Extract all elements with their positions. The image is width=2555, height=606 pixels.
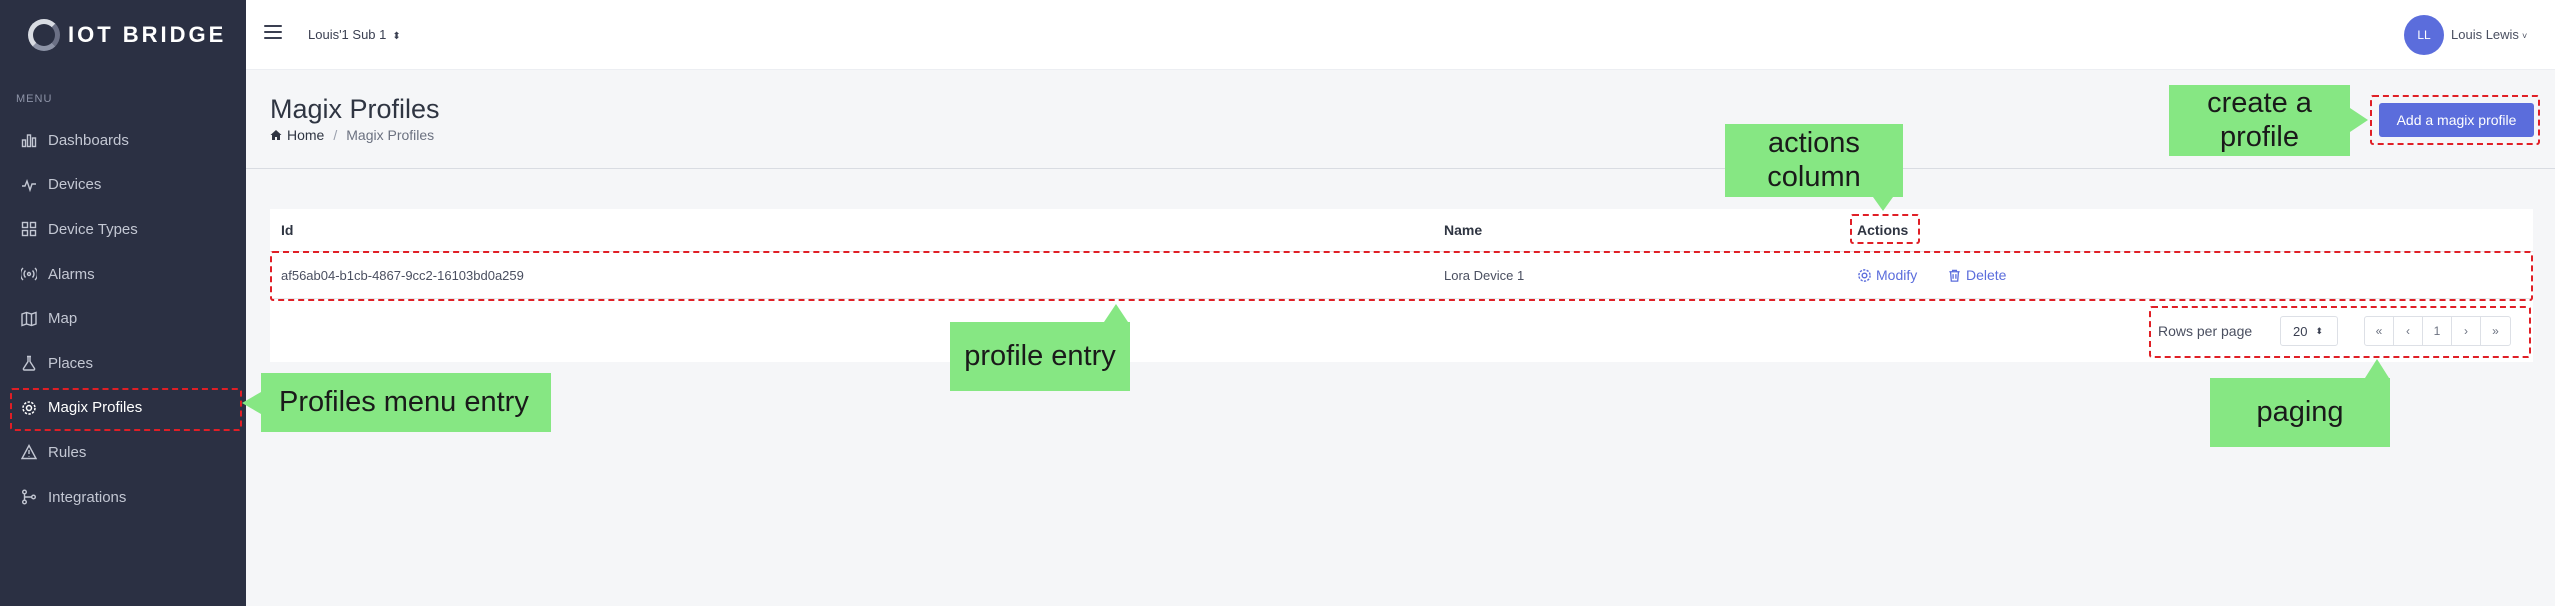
pulse-icon xyxy=(20,176,38,194)
highlight-add-button xyxy=(2370,95,2540,145)
sidebar-item-label: Rules xyxy=(48,443,87,461)
sidebar-item-places[interactable]: Places xyxy=(0,341,246,386)
sidebar-item-map[interactable]: Map xyxy=(0,296,246,341)
column-header-name[interactable]: Name xyxy=(1444,222,1482,238)
warning-icon xyxy=(20,443,38,461)
hamburger-menu-icon[interactable] xyxy=(264,25,282,39)
breadcrumb: Home / Magix Profiles xyxy=(270,127,434,143)
home-icon xyxy=(270,130,282,140)
sidebar-item-label: Integrations xyxy=(48,488,127,506)
sidebar-item-integrations[interactable]: Integrations xyxy=(0,475,246,520)
sidebar-item-label: Alarms xyxy=(48,265,95,283)
callout-profile-entry: profile entry xyxy=(950,322,1130,391)
bar-chart-icon xyxy=(20,131,38,149)
callout-pointer xyxy=(1104,304,1128,322)
sidebar-item-rules[interactable]: Rules xyxy=(0,430,246,475)
brand[interactable]: IOT BRIDGE xyxy=(28,18,226,52)
user-name: Louis Lewis xyxy=(2451,27,2519,42)
column-header-id[interactable]: Id xyxy=(281,222,293,238)
callout-pointer xyxy=(2350,108,2368,132)
tenant-name: Louis'1 Sub 1 xyxy=(308,27,387,42)
highlight-profiles-menu xyxy=(10,388,242,431)
sidebar-item-label: Device Types xyxy=(48,220,138,238)
brand-name: IOT BRIDGE xyxy=(68,22,227,47)
callout-create-profile: create a profile xyxy=(2169,85,2350,156)
callout-actions-column: actions column xyxy=(1725,124,1903,197)
grid-icon xyxy=(20,220,38,238)
callout-pointer xyxy=(2365,359,2389,378)
flask-icon xyxy=(20,354,38,372)
user-menu[interactable]: Louis Lewis ˅ xyxy=(2451,27,2527,42)
sidebar-item-label: Map xyxy=(48,310,78,328)
brand-logo-icon xyxy=(28,19,60,51)
sidebar-item-label: Devices xyxy=(48,176,102,194)
header-divider xyxy=(246,168,2555,169)
sidebar-item-label: Places xyxy=(48,354,94,372)
page-title: Magix Profiles xyxy=(270,94,440,124)
sidebar-item-dashboards[interactable]: Dashboards xyxy=(0,118,246,163)
sidebar-nav: Dashboards Devices Device Types Alarms M… xyxy=(0,118,246,519)
breadcrumb-home[interactable]: Home xyxy=(287,127,324,143)
callout-paging: paging xyxy=(2210,378,2390,447)
highlight-actions-column xyxy=(1850,214,1920,244)
sidebar-item-label: Dashboards xyxy=(48,131,129,149)
menu-caption: MENU xyxy=(16,93,53,105)
breadcrumb-separator: / xyxy=(333,127,338,143)
highlight-profile-entry xyxy=(270,251,2533,301)
sidebar-item-alarms[interactable]: Alarms xyxy=(0,252,246,297)
avatar[interactable]: LL xyxy=(2404,15,2444,55)
callout-profiles-menu-entry: Profiles menu entry xyxy=(261,373,551,432)
breadcrumb-current: Magix Profiles xyxy=(346,127,435,143)
sort-caret-icon: ⬍ xyxy=(392,31,401,42)
broadcast-icon xyxy=(20,265,38,283)
sidebar-item-devices[interactable]: Devices xyxy=(0,163,246,208)
topbar: Louis'1 Sub 1 ⬍ LL Louis Lewis ˅ xyxy=(246,0,2555,70)
sidebar-item-device-types[interactable]: Device Types xyxy=(0,207,246,252)
map-icon xyxy=(20,310,38,328)
tenant-selector[interactable]: Louis'1 Sub 1 ⬍ xyxy=(308,27,401,42)
callout-pointer xyxy=(1873,197,1893,211)
integration-icon xyxy=(20,488,38,506)
sidebar: IOT BRIDGE MENU Dashboards Devices Devic… xyxy=(0,0,246,606)
highlight-paging xyxy=(2149,306,2531,358)
chevron-down-icon: ˅ xyxy=(2521,31,2528,41)
callout-pointer xyxy=(242,392,261,414)
